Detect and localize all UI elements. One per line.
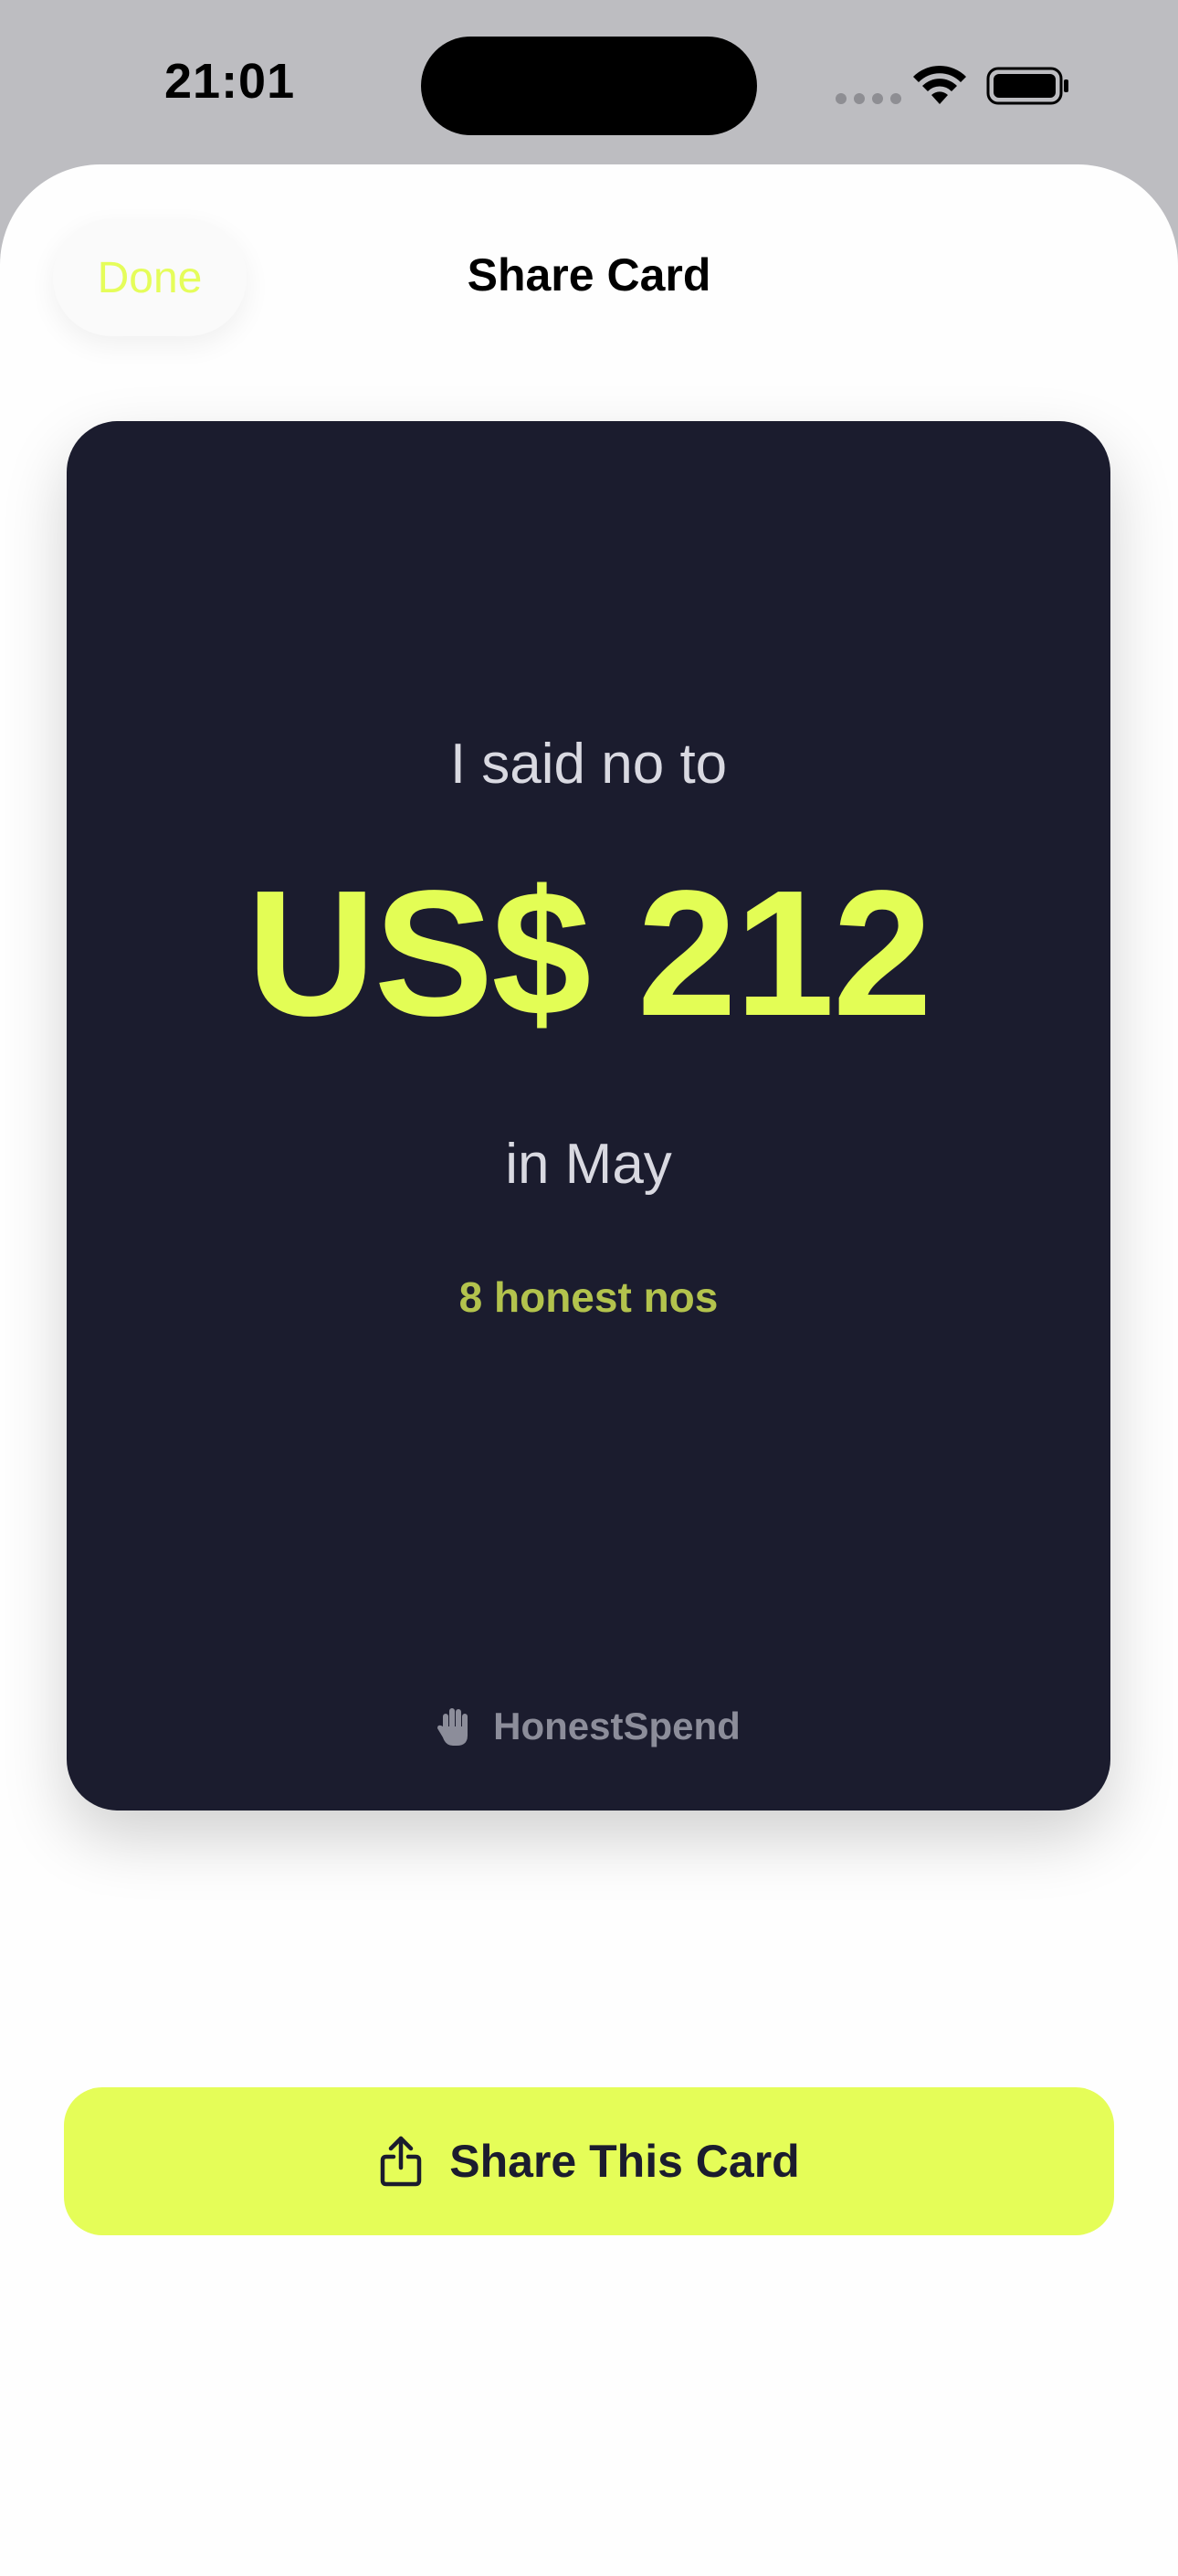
battery-icon: [986, 67, 1068, 105]
wifi-icon: [913, 65, 966, 104]
sheet-title: Share Card: [467, 249, 711, 301]
card-amount: US$ 212: [247, 853, 932, 1053]
dynamic-island: [421, 37, 757, 135]
card-period: in May: [505, 1133, 672, 1196]
brand-name: HonestSpend: [493, 1705, 741, 1747]
share-card-button[interactable]: Share This Card: [64, 2087, 1114, 2235]
cellular-signal-icon: [836, 93, 901, 104]
status-time: 21:01: [164, 54, 296, 109]
card-count: 8 honest nos: [458, 1273, 719, 1321]
share-button-label: Share This Card: [449, 2136, 800, 2187]
card-intro-text: I said no to: [449, 733, 728, 796]
raised-hand-icon: [437, 1708, 468, 1746]
share-card: I said no to US$ 212 in May 8 honest nos…: [67, 421, 1110, 1811]
card-brand: HonestSpend: [67, 1705, 1110, 1748]
status-bar: 21:01: [0, 0, 1178, 164]
share-icon: [381, 2136, 422, 2187]
